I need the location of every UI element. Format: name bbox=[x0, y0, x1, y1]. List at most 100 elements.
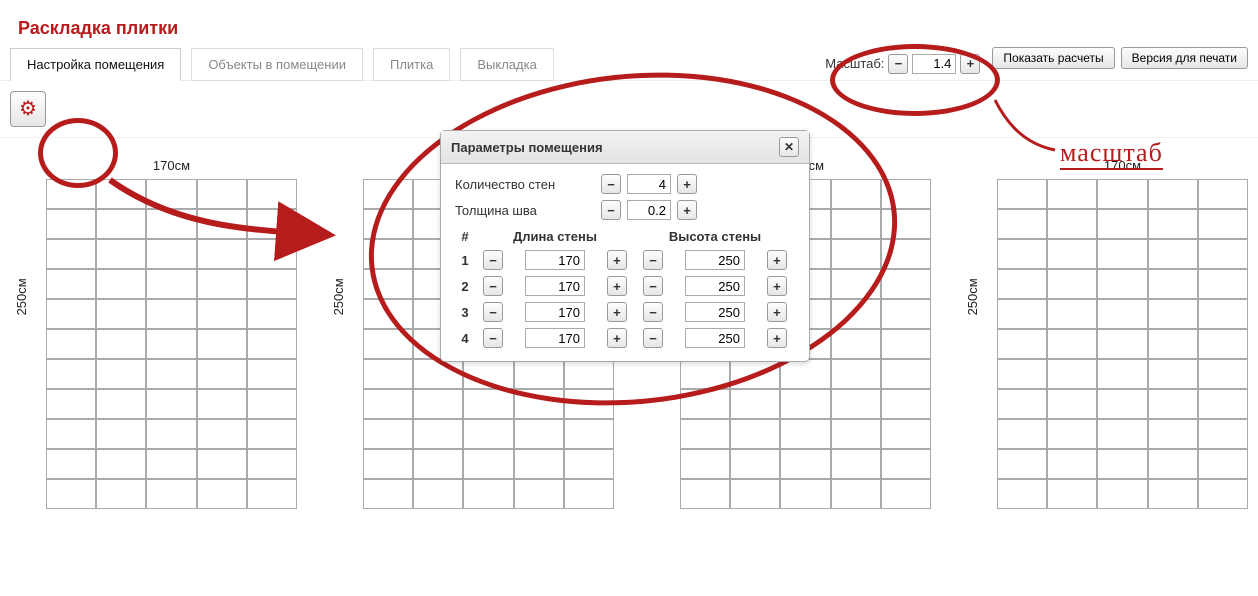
seam-width-label: Толщина шва bbox=[455, 203, 595, 218]
wall-height-label: 250см bbox=[331, 278, 346, 315]
length-plus-button[interactable]: + bbox=[607, 250, 627, 270]
height-input[interactable] bbox=[685, 302, 745, 322]
walls-count-input[interactable] bbox=[627, 174, 671, 194]
height-input[interactable] bbox=[685, 250, 745, 270]
tile-cell bbox=[46, 419, 96, 449]
tile-cell bbox=[1047, 479, 1097, 509]
tile-cell bbox=[564, 479, 614, 509]
tile-cell bbox=[463, 479, 513, 509]
tile-cell bbox=[564, 359, 614, 389]
tile-cell bbox=[1097, 419, 1147, 449]
tile-cell bbox=[780, 389, 830, 419]
dialog-header[interactable]: Параметры помещения ✕ bbox=[441, 131, 809, 164]
height-minus-button[interactable]: − bbox=[643, 250, 663, 270]
scale-plus-button[interactable]: + bbox=[960, 54, 980, 74]
seam-width-minus-button[interactable]: − bbox=[601, 200, 621, 220]
height-minus-button[interactable]: − bbox=[643, 302, 663, 322]
tile-cell bbox=[1047, 269, 1097, 299]
walls-count-minus-button[interactable]: − bbox=[601, 174, 621, 194]
table-row: 1−+−+ bbox=[455, 247, 795, 273]
tile-cell bbox=[197, 329, 247, 359]
length-input[interactable] bbox=[525, 328, 585, 348]
show-calculations-button[interactable]: Показать расчеты bbox=[992, 47, 1114, 69]
tile-cell bbox=[363, 389, 413, 419]
tab-tile[interactable]: Плитка bbox=[373, 48, 450, 81]
tile-cell bbox=[1097, 449, 1147, 479]
height-minus-button[interactable]: − bbox=[643, 328, 663, 348]
tile-cell bbox=[831, 239, 881, 269]
tile-cell bbox=[831, 359, 881, 389]
room-parameters-dialog[interactable]: Параметры помещения ✕ Количество стен − … bbox=[440, 130, 810, 362]
tile-cell bbox=[46, 179, 96, 209]
tile-cell bbox=[680, 389, 730, 419]
length-plus-button[interactable]: + bbox=[607, 276, 627, 296]
tile-cell bbox=[247, 479, 297, 509]
tile-cell bbox=[1148, 419, 1198, 449]
scale-input[interactable] bbox=[912, 54, 956, 74]
height-input[interactable] bbox=[685, 328, 745, 348]
tile-cell bbox=[1047, 449, 1097, 479]
tile-cell bbox=[363, 329, 413, 359]
seam-width-plus-button[interactable]: + bbox=[677, 200, 697, 220]
length-plus-button[interactable]: + bbox=[607, 302, 627, 322]
tile-cell bbox=[1097, 329, 1147, 359]
height-minus-button[interactable]: − bbox=[643, 276, 663, 296]
tab-room-setup[interactable]: Настройка помещения bbox=[10, 48, 181, 81]
tile-grid[interactable] bbox=[46, 179, 297, 509]
tile-cell bbox=[363, 479, 413, 509]
length-input[interactable] bbox=[525, 250, 585, 270]
tile-grid[interactable] bbox=[997, 179, 1248, 509]
length-minus-button[interactable]: − bbox=[483, 302, 503, 322]
gear-icon: ⚙ bbox=[19, 99, 37, 119]
tile-cell bbox=[1198, 239, 1248, 269]
tile-cell bbox=[881, 419, 931, 449]
topbar: Настройка помещения Объекты в помещении … bbox=[0, 47, 1258, 81]
tile-cell bbox=[881, 179, 931, 209]
tile-cell bbox=[247, 329, 297, 359]
col-length: Длина стены bbox=[475, 226, 635, 247]
height-plus-button[interactable]: + bbox=[767, 250, 787, 270]
tile-cell bbox=[831, 419, 881, 449]
walls-count-plus-button[interactable]: + bbox=[677, 174, 697, 194]
tile-cell bbox=[363, 419, 413, 449]
height-plus-button[interactable]: + bbox=[767, 302, 787, 322]
tile-cell bbox=[730, 479, 780, 509]
tile-cell bbox=[197, 239, 247, 269]
height-plus-button[interactable]: + bbox=[767, 328, 787, 348]
wall-width-label: 170см bbox=[46, 158, 297, 173]
scale-minus-button[interactable]: − bbox=[888, 54, 908, 74]
tile-cell bbox=[146, 299, 196, 329]
tile-cell bbox=[831, 329, 881, 359]
tile-cell bbox=[1198, 419, 1248, 449]
tile-cell bbox=[96, 419, 146, 449]
tab-room-objects[interactable]: Объекты в помещении bbox=[191, 48, 363, 81]
height-input[interactable] bbox=[685, 276, 745, 296]
tile-cell bbox=[514, 359, 564, 389]
tile-cell bbox=[1097, 209, 1147, 239]
tile-cell bbox=[46, 359, 96, 389]
seam-width-input[interactable] bbox=[627, 200, 671, 220]
length-minus-button[interactable]: − bbox=[483, 250, 503, 270]
tile-cell bbox=[46, 329, 96, 359]
tile-cell bbox=[1097, 299, 1147, 329]
tile-cell bbox=[997, 209, 1047, 239]
tile-cell bbox=[96, 209, 146, 239]
tile-cell bbox=[1097, 359, 1147, 389]
tile-cell bbox=[96, 329, 146, 359]
dialog-close-button[interactable]: ✕ bbox=[779, 137, 799, 157]
length-minus-button[interactable]: − bbox=[483, 276, 503, 296]
print-version-button[interactable]: Версия для печати bbox=[1121, 47, 1248, 69]
tile-cell bbox=[363, 359, 413, 389]
length-input[interactable] bbox=[525, 276, 585, 296]
tile-cell bbox=[1047, 389, 1097, 419]
settings-button[interactable]: ⚙ bbox=[10, 91, 46, 127]
tile-cell bbox=[997, 239, 1047, 269]
scale-label: Масштаб: bbox=[825, 56, 884, 71]
tile-cell bbox=[96, 449, 146, 479]
tab-layout[interactable]: Выкладка bbox=[460, 48, 553, 81]
height-plus-button[interactable]: + bbox=[767, 276, 787, 296]
tile-cell bbox=[1047, 239, 1097, 269]
length-plus-button[interactable]: + bbox=[607, 328, 627, 348]
length-input[interactable] bbox=[525, 302, 585, 322]
length-minus-button[interactable]: − bbox=[483, 328, 503, 348]
